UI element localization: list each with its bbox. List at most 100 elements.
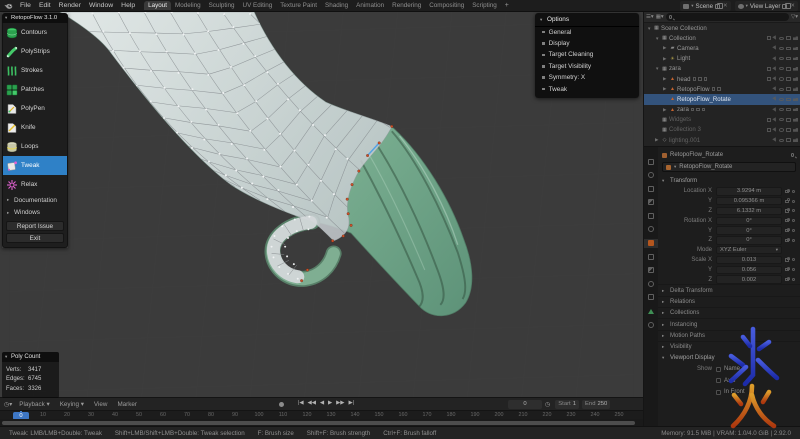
camera-toggle-icon[interactable]: [793, 67, 798, 71]
outliner-row-head[interactable]: ▶▲head: [644, 74, 800, 84]
outliner-row-camera[interactable]: ▶▰Camera: [644, 43, 800, 53]
new-view-layer-icon[interactable]: [782, 4, 787, 9]
tool-contours[interactable]: Contours: [3, 23, 67, 42]
eye-toggle-icon[interactable]: [779, 67, 784, 70]
properties-tab-object[interactable]: [644, 239, 658, 248]
screen-toggle-icon[interactable]: [786, 138, 791, 142]
object-name-field[interactable]: ▾ RetopoFlow_Rotate: [662, 162, 796, 172]
workspace-tab-compositing[interactable]: Compositing: [425, 1, 468, 10]
scrollbar-thumb[interactable]: [2, 421, 635, 425]
menu-help[interactable]: Help: [117, 2, 139, 9]
jump-to-end-icon[interactable]: ▶|: [348, 400, 354, 406]
mode-dropdown[interactable]: XYZ Euler▾: [716, 246, 782, 254]
cursor-toggle-icon[interactable]: [772, 127, 777, 132]
timeline-ruler[interactable]: 0 10203040506070809010011012013014015016…: [0, 410, 643, 419]
properties-tab-output[interactable]: [644, 184, 658, 193]
checkbox-toggle-icon[interactable]: [767, 36, 771, 40]
camera-toggle-icon[interactable]: [793, 77, 798, 81]
value-field[interactable]: 0°: [716, 217, 782, 225]
frame-start-field[interactable]: Start 1: [555, 400, 579, 409]
cursor-toggle-icon[interactable]: [772, 86, 777, 91]
tool-polypen[interactable]: PolyPen: [3, 99, 67, 118]
outliner-row-lighting-001[interactable]: ▶◇lighting.001: [644, 135, 800, 145]
value-field[interactable]: 0°: [716, 236, 782, 244]
eye-toggle-icon[interactable]: [779, 47, 784, 50]
animate-dot-icon[interactable]: [792, 200, 795, 203]
outliner-search-input[interactable]: [666, 13, 789, 21]
menu-window[interactable]: Window: [85, 2, 117, 9]
outliner-row-collection[interactable]: ▼▦Collection: [644, 33, 800, 43]
animate-dot-icon[interactable]: [792, 258, 795, 261]
lock-icon[interactable]: [785, 200, 789, 203]
camera-toggle-icon[interactable]: [793, 118, 798, 122]
timeline-menu-view[interactable]: View: [89, 401, 113, 408]
cursor-toggle-icon[interactable]: [772, 66, 777, 71]
menu-file[interactable]: File: [16, 2, 35, 9]
screen-toggle-icon[interactable]: [786, 57, 791, 61]
checkbox-icon[interactable]: [716, 378, 721, 383]
outliner-row-collection-3[interactable]: ▦Collection 3: [644, 125, 800, 135]
lock-icon[interactable]: [785, 278, 789, 281]
options-item-general[interactable]: General: [535, 27, 639, 38]
step-back-icon[interactable]: ◀: [320, 400, 324, 406]
screen-toggle-icon[interactable]: [786, 47, 791, 51]
timeline-menu-keying[interactable]: Keying ▾: [55, 401, 89, 408]
eye-toggle-icon[interactable]: [779, 108, 784, 111]
cursor-toggle-icon[interactable]: [772, 137, 777, 142]
workspace-tab-texture-paint[interactable]: Texture Paint: [276, 1, 321, 10]
value-field[interactable]: 0.013: [716, 256, 782, 264]
properties-tab-view-layer[interactable]: [644, 198, 658, 207]
screen-toggle-icon[interactable]: [786, 118, 791, 122]
value-field[interactable]: 0.002: [716, 275, 782, 283]
checkbox-icon[interactable]: [716, 367, 721, 372]
animate-dot-icon[interactable]: [792, 278, 795, 281]
screen-toggle-icon[interactable]: [786, 98, 791, 102]
workspace-tab-sculpting[interactable]: Sculpting: [205, 1, 239, 10]
options-item-tweak[interactable]: Tweak: [535, 83, 639, 94]
scene-name[interactable]: Scene: [695, 3, 713, 10]
exit-button[interactable]: Exit: [6, 233, 64, 244]
editor-type-icon[interactable]: ◷▾: [4, 401, 14, 408]
viewport-display-section-header[interactable]: ▾ Viewport Display: [658, 352, 800, 364]
properties-tab-world[interactable]: [644, 225, 658, 234]
filter-icon[interactable]: ▽▾: [791, 14, 798, 20]
lock-icon[interactable]: [785, 219, 789, 222]
timeline-menu-marker[interactable]: Marker: [112, 401, 142, 408]
tool-tweak[interactable]: Tweak: [3, 156, 67, 175]
poly-count-header[interactable]: ▾ Poly Count: [2, 352, 59, 362]
screen-toggle-icon[interactable]: [786, 77, 791, 81]
screen-toggle-icon[interactable]: [786, 108, 791, 112]
cursor-toggle-icon[interactable]: [772, 36, 777, 41]
outliner-row-retopoflow[interactable]: ▶▲RetopoFlow: [644, 84, 800, 94]
camera-toggle-icon[interactable]: [793, 57, 798, 61]
tool-knife[interactable]: Knife: [3, 118, 67, 137]
section-delta-transform[interactable]: ▸Delta Transform: [658, 284, 800, 295]
blender-logo-icon[interactable]: [4, 2, 13, 10]
retopoflow-menu-documentation[interactable]: ▸Documentation: [3, 194, 67, 207]
value-field[interactable]: 6.1332 m: [716, 207, 782, 215]
play-icon[interactable]: ▶: [328, 400, 332, 406]
eye-toggle-icon[interactable]: [779, 128, 784, 131]
cursor-toggle-icon[interactable]: [772, 56, 777, 61]
animate-dot-icon[interactable]: [792, 229, 795, 232]
cursor-toggle-icon[interactable]: [772, 107, 777, 112]
screen-toggle-icon[interactable]: [786, 36, 791, 40]
eye-toggle-icon[interactable]: [779, 118, 784, 121]
animate-dot-icon[interactable]: [792, 209, 795, 212]
properties-tab-render[interactable]: [644, 171, 658, 180]
transform-section-header[interactable]: ▾ Transform: [658, 175, 800, 187]
screen-toggle-icon[interactable]: [786, 87, 791, 91]
checkbox-toggle-icon[interactable]: [767, 67, 771, 71]
animate-dot-icon[interactable]: [792, 239, 795, 242]
camera-toggle-icon[interactable]: [793, 47, 798, 51]
tool-relax[interactable]: Relax: [3, 175, 67, 194]
section-visibility[interactable]: ▸Visibility: [658, 341, 800, 352]
lock-icon[interactable]: [785, 229, 789, 232]
animate-dot-icon[interactable]: [792, 219, 795, 222]
tool-polystrips[interactable]: PolyStrips: [3, 42, 67, 61]
current-frame-field[interactable]: 0: [508, 400, 542, 409]
workspace-tab-layout[interactable]: Layout: [144, 1, 171, 10]
stopwatch-icon[interactable]: ◷: [545, 401, 552, 408]
properties-tab-tool[interactable]: [644, 157, 658, 166]
options-item-target-cleaning[interactable]: Target Cleaning: [535, 49, 639, 60]
